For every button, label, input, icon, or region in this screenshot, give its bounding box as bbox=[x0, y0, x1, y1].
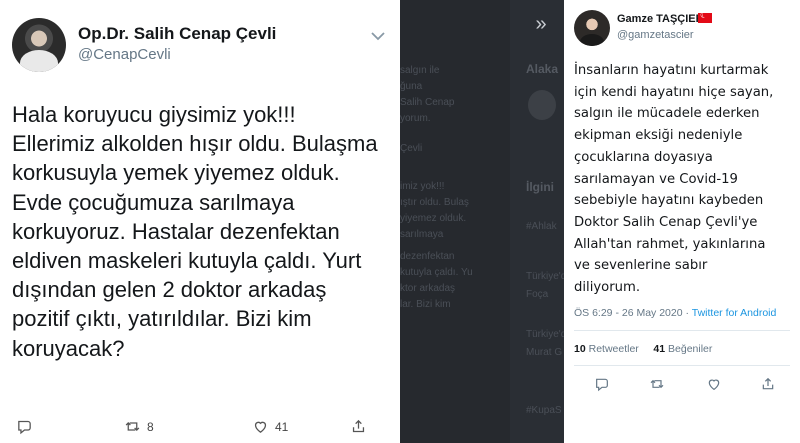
tweet-line: sarılamayan ve Covid-19 bbox=[574, 171, 738, 187]
tweet-line: çocuklarına doyasıya bbox=[574, 149, 713, 165]
timestamp[interactable]: ÖS 6:29 - 26 May 2020 bbox=[574, 307, 683, 319]
overlay-snippet: #KupaS bbox=[526, 405, 562, 416]
retweet-icon[interactable] bbox=[649, 376, 665, 392]
tweet-line: Hala koruyucu giysimiz yok!!! bbox=[12, 102, 296, 127]
tweet-line: salgın ile mücadele ederken bbox=[574, 106, 760, 122]
overlay-snippet: ıştır oldu. Bulaş bbox=[400, 197, 469, 208]
left-tweet-card: Op.Dr. Salih Cenap Çevli @CenapCevli Hal… bbox=[0, 0, 400, 443]
reply-button[interactable] bbox=[16, 418, 33, 435]
tweet-line: korkuyoruz. Hastalar dezenfektan bbox=[12, 218, 340, 244]
retweets-stat[interactable]: 10 Retweetler bbox=[574, 343, 639, 355]
overlay-snippet: kutuyla çaldı. Yu bbox=[400, 267, 473, 278]
tweet-line: Allah'tan rahmet, yakınlarına bbox=[574, 236, 766, 252]
overlay-snippet: ktor arkadaş bbox=[400, 283, 456, 294]
likes-label: Beğeniler bbox=[668, 343, 713, 355]
overlay-snippet: sarılmaya bbox=[400, 229, 444, 240]
chevron-down-icon[interactable] bbox=[370, 30, 386, 42]
author-name[interactable]: Gamze TAŞÇIER bbox=[617, 13, 704, 25]
overlay-snippet: salgın ile bbox=[400, 65, 440, 76]
tweet-line: için kendi hayatını hiçe sayan, bbox=[574, 84, 774, 100]
like-count: 41 bbox=[275, 419, 289, 434]
tweet-line: ekipman eksiği nedeniyle bbox=[574, 128, 743, 144]
source-link[interactable]: Twitter for Android bbox=[692, 307, 777, 319]
overlay-snippet: Türkiye'de bbox=[526, 329, 564, 340]
overlay-snippet: lar. Bizi kim bbox=[400, 299, 451, 310]
tweet-line: korkusuyla yemek yiyemez olduk. bbox=[12, 160, 340, 186]
tweet-line: Ellerimiz alkolden hışır oldu. Bulaşma bbox=[12, 131, 378, 157]
tweet-line: Evde çocuğumuza sarılmaya bbox=[12, 189, 295, 215]
overlay-snippet: dezenfektan bbox=[400, 251, 455, 262]
turkey-flag-icon: ☾ bbox=[698, 10, 712, 23]
like-icon bbox=[254, 421, 267, 433]
overlay-snippet: Murat G bbox=[526, 347, 563, 358]
retweet-icon bbox=[125, 422, 140, 431]
tweet-text: İnsanların hayatını kurtarmak için kendi… bbox=[574, 60, 796, 299]
overlay-snippet: imiz yok!!! bbox=[400, 181, 445, 192]
background-overlay: » salgın ile ğuna Salih Cenap yorum. Ala… bbox=[400, 0, 564, 443]
tweet-actions: 8 41 bbox=[0, 412, 400, 443]
avatar bbox=[528, 90, 556, 120]
tweet-line: dışından gelen 2 doktor arkadaş bbox=[12, 277, 327, 303]
overlay-snippet: Çevli bbox=[400, 143, 423, 154]
likes-stat[interactable]: 41 Beğeniler bbox=[653, 343, 712, 355]
overlay-snippet: ğuna bbox=[400, 81, 423, 92]
overlay-snippet: Salih Cenap bbox=[400, 97, 455, 108]
overlay-snippet: #Ahlak bbox=[526, 221, 557, 232]
tweet-line: diliyorum. bbox=[574, 280, 641, 296]
retweet-button[interactable]: 8 bbox=[124, 418, 154, 435]
overlay-snippet: yiyemez olduk. bbox=[400, 213, 467, 224]
retweets-count: 10 bbox=[574, 343, 586, 355]
meta-separator: · bbox=[682, 307, 692, 319]
tweet-text: Hala koruyucu giysimiz yok!!! Ellerimiz … bbox=[12, 100, 396, 363]
tweet-line: sebebiyle hayatını kaybeden bbox=[574, 193, 764, 209]
divider bbox=[574, 330, 790, 331]
overlay-snippet: Alaka bbox=[526, 62, 559, 76]
tweet-meta: ÖS 6:29 - 26 May 2020 · Twitter for Andr… bbox=[574, 307, 776, 319]
like-button[interactable]: 41 bbox=[252, 418, 288, 435]
likes-count: 41 bbox=[653, 343, 666, 355]
retweet-count: 8 bbox=[147, 419, 154, 434]
right-tweet-card: Gamze TAŞÇIER ☾ @gamzetascier İnsanların… bbox=[564, 0, 800, 443]
author-name[interactable]: Op.Dr. Salih Cenap Çevli bbox=[78, 24, 276, 44]
reply-icon[interactable] bbox=[594, 376, 610, 392]
overlay-snippet: Foça bbox=[526, 289, 549, 300]
engagement-stats: 10 Retweetler 41 Beğeniler bbox=[574, 343, 712, 355]
overlay-snippet: yorum. bbox=[400, 113, 431, 124]
reply-icon bbox=[18, 420, 31, 435]
share-icon[interactable] bbox=[760, 376, 776, 392]
avatar[interactable] bbox=[12, 18, 66, 72]
tweet-line: eldiven maskeleri kutuyla çaldı. Yurt bbox=[12, 248, 362, 274]
tweet-line: Doktor Salih Cenap Çevli'ye bbox=[574, 214, 758, 230]
divider bbox=[574, 365, 790, 366]
tweet-line: İnsanların hayatını kurtarmak bbox=[574, 63, 769, 78]
overlay-snippet: Türkiye'de bbox=[526, 271, 564, 282]
tweet-line: ve sevenlerine sabır bbox=[574, 258, 708, 274]
tweet-line: koruyacak? bbox=[12, 335, 125, 361]
share-icon bbox=[352, 419, 365, 433]
share-button[interactable] bbox=[350, 418, 367, 435]
double-chevron-right-icon[interactable]: » bbox=[528, 12, 554, 38]
avatar[interactable] bbox=[574, 10, 610, 46]
overlay-snippet: İlgini bbox=[526, 180, 554, 194]
tweet-line: pozitif çıktı, yatırıldılar. Bizi kim bbox=[12, 306, 312, 332]
like-icon[interactable] bbox=[706, 376, 722, 392]
author-handle[interactable]: @CenapCevli bbox=[78, 46, 171, 63]
retweets-label: Retweetler bbox=[588, 343, 639, 355]
author-handle[interactable]: @gamzetascier bbox=[617, 29, 694, 41]
